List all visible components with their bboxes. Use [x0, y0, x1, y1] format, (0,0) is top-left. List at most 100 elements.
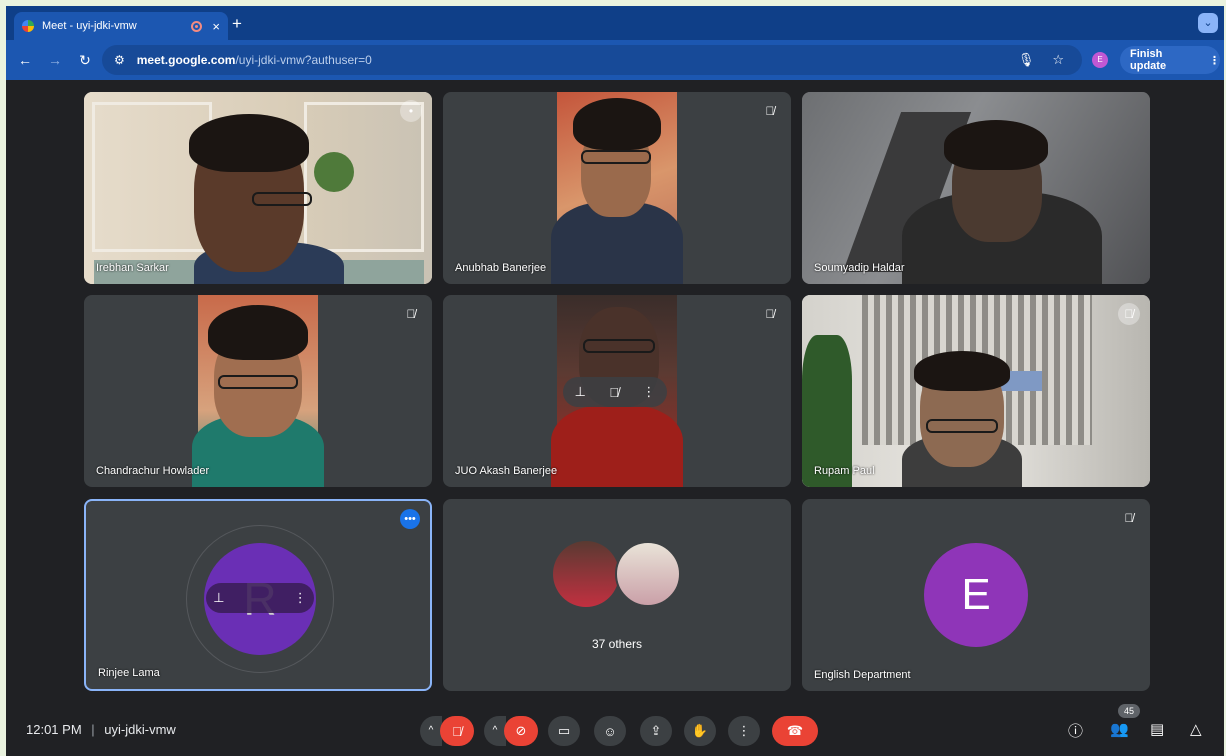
url-host: meet.google.com [136, 53, 236, 67]
person-hair [573, 98, 661, 150]
participant-name: Rinjee Lama [98, 667, 160, 679]
participant-name: Anubhab Banerjee [455, 262, 547, 274]
participant-name: Chandrachur Howlader [96, 465, 210, 477]
video-feed [802, 295, 1150, 487]
participant-name: JUO Akash Banerjee [455, 465, 558, 477]
tab-meet[interactable]: Meet - uyi-jdki-vmw × [14, 12, 228, 40]
back-icon[interactable]: ← [14, 52, 36, 68]
people-icon[interactable]: 👥 [1110, 720, 1129, 738]
bookmark-star-icon[interactable]: ☆ [1052, 52, 1064, 68]
pin-icon[interactable]: ⊥ [213, 590, 224, 606]
mic-off-icon: 🎙̸ [452, 723, 462, 739]
avatar-initial: E [961, 570, 991, 619]
speaking-indicator-icon: • [400, 100, 422, 122]
mic-in-use-icon[interactable]: 🎙 [1018, 52, 1035, 68]
video-feed [84, 92, 432, 284]
address-bar[interactable]: ⚙ meet.google.com /uyi-jdki-vmw?authuser… [102, 45, 1082, 75]
muted-mic-icon: 🎙̸ [1124, 511, 1134, 525]
call-controls-bar: 12:01 PM | uyi-jdki-vmw ^ 🎙̸ ^ ⊘ ▭ ☺ ⇪ ✋… [6, 702, 1224, 756]
raise-hand-button[interactable]: ✋ [684, 716, 716, 746]
participant-name: English Department [814, 669, 911, 681]
person-hair [914, 351, 1010, 391]
glasses [581, 150, 651, 164]
person-hair [189, 114, 309, 172]
finish-update-button[interactable]: Finish update ⋮ [1120, 46, 1220, 74]
others-tile[interactable]: 37 others [443, 499, 791, 691]
glasses [583, 339, 655, 353]
muted-mic-icon: 🎙̸ [765, 307, 775, 321]
leave-call-button[interactable]: ☎ [772, 716, 818, 746]
video-feed [551, 92, 683, 284]
recording-icon [191, 20, 203, 32]
tab-strip: Meet - uyi-jdki-vmw × + ⌄ [6, 6, 1224, 40]
muted-mic-icon: 🎙̸ [406, 307, 416, 321]
reactions-button[interactable]: ☺ [594, 716, 626, 746]
video-feed [192, 295, 324, 487]
profile-avatar[interactable]: E [1092, 52, 1108, 68]
participant-tile[interactable]: Soumyadip Haldar [802, 92, 1150, 284]
captions-button[interactable]: ▭ [548, 716, 580, 746]
person-hair [208, 305, 308, 360]
person-body [551, 405, 683, 487]
more-vert-icon: ⋮ [737, 723, 751, 738]
url-path: /uyi-jdki-vmw?authuser=0 [235, 53, 372, 67]
camera-toggle-button[interactable]: ⊘ [504, 716, 538, 746]
avatar [615, 541, 681, 607]
avatar: E [924, 543, 1028, 647]
forward-icon[interactable]: → [44, 52, 66, 68]
pin-icon[interactable]: ⊥ [575, 384, 586, 400]
person-hair [944, 120, 1048, 170]
captions-icon: ▭ [557, 723, 571, 738]
mic-toggle-button[interactable]: 🎙̸ [440, 716, 474, 746]
participant-tile[interactable]: ⊥ 🎙̸ ⋮ 🎙̸ JUO Akash Banerjee [443, 295, 791, 487]
mute-participant-icon[interactable]: 🎙̸ [609, 385, 619, 400]
present-button[interactable]: ⇪ [640, 716, 672, 746]
hang-up-icon: ☎ [786, 723, 804, 738]
more-options-icon[interactable]: ⋮ [642, 384, 655, 400]
participant-tile[interactable]: 🎙̸ Anubhab Banerjee [443, 92, 791, 284]
tile-hover-controls: ⊥ ⋮ [206, 583, 314, 613]
participant-count-badge: 45 [1118, 704, 1140, 718]
hand-icon: ✋ [691, 723, 709, 738]
site-info-icon[interactable]: ⚙ [114, 53, 125, 67]
participant-name: Irebhan Sarkar [96, 262, 169, 274]
more-options-button[interactable]: ••• [400, 509, 420, 529]
participant-name: Rupam Paul [814, 465, 875, 477]
emoji-icon: ☺ [603, 723, 617, 739]
glasses [252, 192, 312, 206]
glasses [926, 419, 998, 433]
browser-window: Meet - uyi-jdki-vmw × + ⌄ ← → ↻ ⚙ meet.g… [6, 6, 1224, 756]
avatar [553, 541, 619, 607]
glasses [218, 375, 298, 389]
tab-close-icon[interactable]: × [212, 19, 220, 34]
others-count: 37 others [591, 637, 643, 651]
video-feed [802, 92, 1150, 284]
tab-title: Meet - uyi-jdki-vmw [42, 20, 137, 32]
participant-tile-active[interactable]: R ⊥ ⋮ ••• Rinjee Lama [84, 499, 432, 691]
participant-tile[interactable]: 🎙̸ Rupam Paul [802, 295, 1150, 487]
participant-name: Soumyadip Haldar [814, 262, 905, 274]
browser-toolbar: ← → ↻ ⚙ meet.google.com /uyi-jdki-vmw?au… [6, 40, 1224, 80]
participant-tile[interactable]: E 🎙̸ English Department [802, 499, 1150, 691]
participant-tile[interactable]: • Irebhan Sarkar [84, 92, 432, 284]
present-screen-icon: ⇪ [650, 723, 662, 738]
reload-icon[interactable]: ↻ [74, 52, 96, 69]
clock-time: 12:01 PM [26, 722, 82, 737]
camera-off-icon: ⊘ [515, 723, 527, 738]
separator: | [91, 722, 95, 737]
activities-icon[interactable]: △ [1190, 720, 1202, 738]
meeting-info: 12:01 PM | uyi-jdki-vmw [26, 722, 176, 737]
plant [314, 152, 354, 192]
chat-icon[interactable]: ▤ [1150, 720, 1164, 738]
meeting-details-icon[interactable]: ⓘ [1068, 720, 1083, 741]
more-vert-icon: ⋮ [1209, 54, 1220, 67]
meet-favicon-icon [22, 20, 34, 32]
muted-mic-icon: 🎙̸ [1118, 303, 1140, 325]
participant-tile[interactable]: 🎙̸ Chandrachur Howlader [84, 295, 432, 487]
audio-settings-chevron-icon[interactable]: ^ [420, 716, 442, 746]
video-settings-chevron-icon[interactable]: ^ [484, 716, 506, 746]
more-options-icon[interactable]: ⋮ [294, 590, 307, 606]
new-tab-button[interactable]: + [232, 14, 242, 34]
more-options-button[interactable]: ⋮ [728, 716, 760, 746]
tab-search-button[interactable]: ⌄ [1198, 13, 1218, 33]
